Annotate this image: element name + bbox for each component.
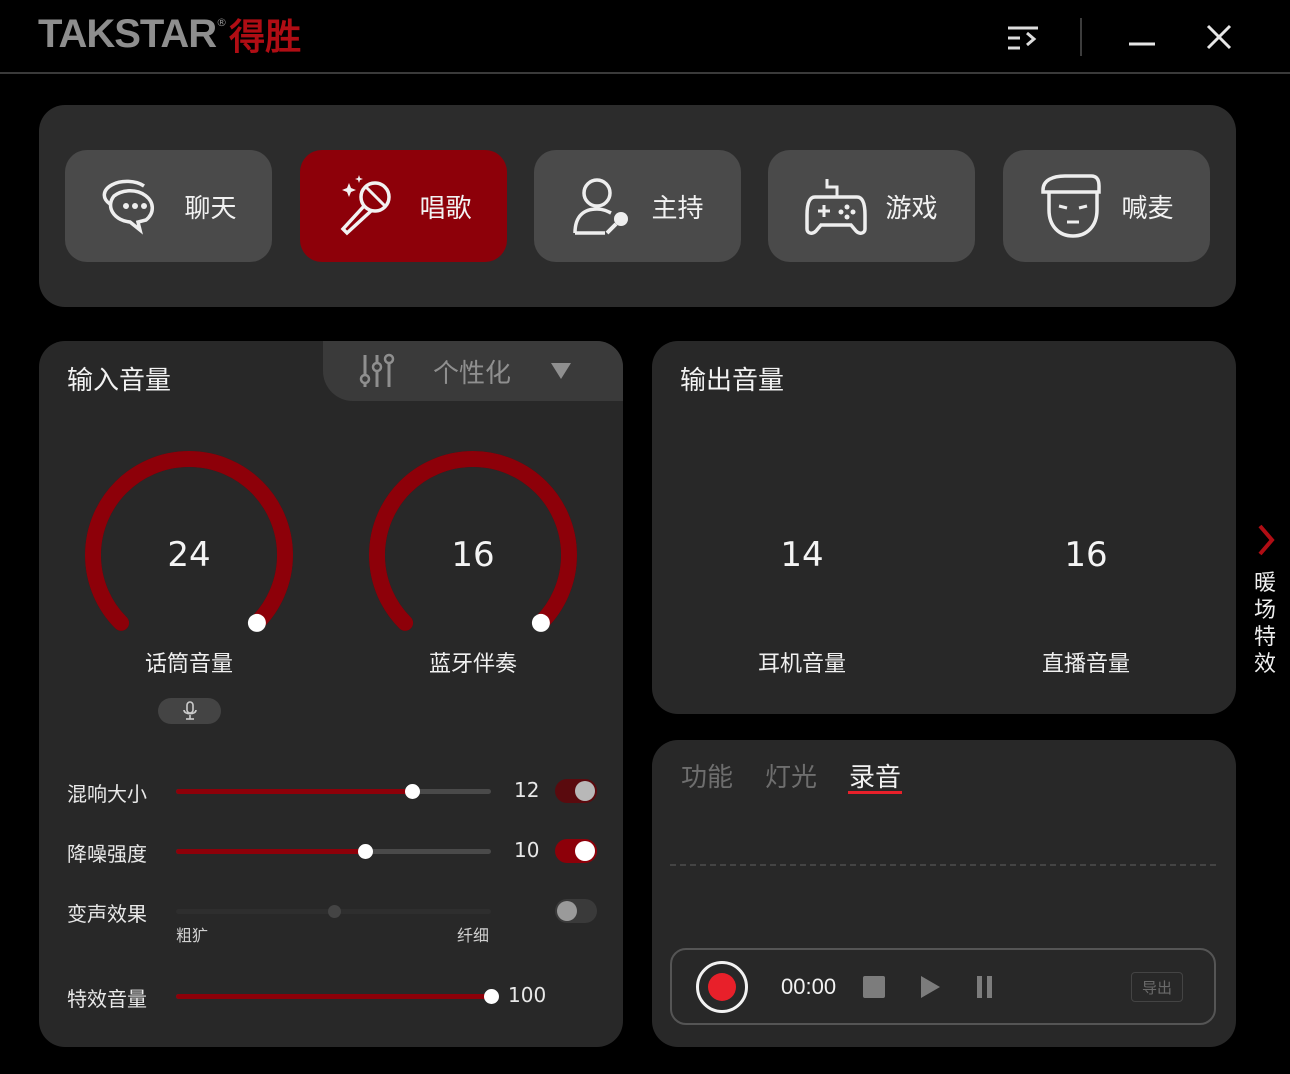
record-dot-icon <box>708 973 736 1001</box>
mic-volume-label: 话筒音量 <box>144 652 233 677</box>
export-button[interactable]: 导出 <box>1131 972 1183 1002</box>
voice-change-toggle[interactable] <box>555 899 597 923</box>
play-icon <box>921 976 940 998</box>
noise-reduction-toggle-knob <box>575 841 595 861</box>
active-tab-underline <box>848 791 902 794</box>
noise-reduction-slider-thumb[interactable] <box>358 844 373 859</box>
warmup-effects-label: 暖 场 特 效 <box>1248 570 1282 678</box>
voice-change-label: 变声效果 <box>67 902 147 926</box>
mic-mute-button[interactable] <box>158 698 221 724</box>
effect-volume-slider-thumb[interactable] <box>484 989 499 1004</box>
effect-volume-value: 100 <box>508 983 547 1007</box>
play-button[interactable] <box>918 975 942 1003</box>
stop-button[interactable] <box>863 976 885 998</box>
output-volume-title: 输出音量 <box>680 366 785 396</box>
voice-change-slider-thumb[interactable] <box>327 905 341 918</box>
noise-reduction-slider-fill <box>176 849 365 854</box>
reverb-label: 混响大小 <box>67 782 147 806</box>
headphone-volume-value: 14 <box>780 535 824 575</box>
effect-volume-slider[interactable] <box>176 989 499 1004</box>
reverb-toggle-knob <box>575 781 595 801</box>
effect-volume-slider-fill <box>176 994 491 999</box>
tab-recording[interactable]: 录音 <box>849 757 901 794</box>
record-timer: 00:00 <box>781 974 837 999</box>
voice-change-left-label: 粗犷 <box>176 926 209 945</box>
noise-reduction-toggle[interactable] <box>555 839 597 863</box>
noise-reduction-label: 降噪强度 <box>67 842 147 866</box>
waveform-placeholder <box>670 864 1216 866</box>
warmup-char-3: 特 <box>1253 625 1276 650</box>
reverb-slider-fill <box>176 789 413 794</box>
bluetooth-volume-knob-thumb[interactable] <box>531 613 550 632</box>
record-button[interactable] <box>696 961 748 1013</box>
effect-volume-label: 特效音量 <box>67 987 147 1011</box>
noise-reduction-value: 10 <box>514 838 540 862</box>
mic-icon <box>182 701 197 720</box>
warmup-char-4: 效 <box>1253 652 1276 677</box>
warmup-char-2: 场 <box>1253 598 1276 623</box>
headphone-volume-label: 耳机音量 <box>757 652 846 677</box>
mic-volume-value: 24 <box>167 535 211 575</box>
warmup-effects-tab[interactable]: 暖 场 特 效 <box>1248 522 1282 678</box>
chevron-right-icon <box>1258 524 1275 556</box>
reverb-toggle[interactable] <box>555 779 597 803</box>
bluetooth-volume-label: 蓝牙伴奏 <box>428 652 517 677</box>
voice-change-toggle-knob <box>557 901 577 921</box>
reverb-value: 12 <box>514 778 540 802</box>
reverb-slider[interactable] <box>176 784 491 799</box>
tab-lighting[interactable]: 灯光 <box>765 757 817 794</box>
warmup-char-1: 暖 <box>1253 571 1276 596</box>
pause-icon <box>977 976 992 998</box>
stream-volume-value: 16 <box>1064 535 1108 575</box>
voice-change-right-label: 纤细 <box>457 926 490 945</box>
noise-reduction-slider[interactable] <box>176 844 491 859</box>
mic-volume-knob-thumb[interactable] <box>247 613 266 632</box>
bluetooth-volume-value: 16 <box>451 535 495 575</box>
stream-volume-label: 直播音量 <box>1041 652 1130 677</box>
voice-change-slider[interactable] <box>176 905 491 918</box>
tab-function[interactable]: 功能 <box>681 757 733 794</box>
pause-button[interactable] <box>975 976 995 1002</box>
